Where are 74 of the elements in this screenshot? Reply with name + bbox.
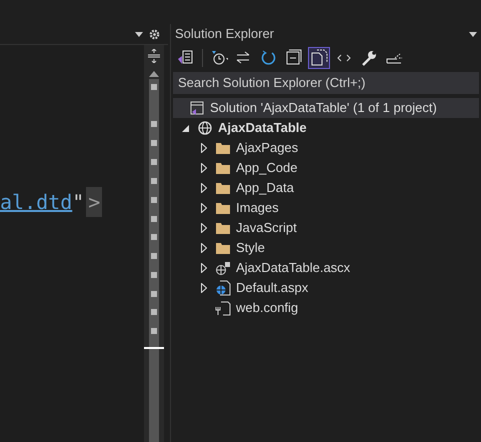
solution-icon — [189, 100, 205, 116]
folder-icon — [215, 200, 231, 216]
collapsed-arrow-icon[interactable] — [201, 243, 207, 253]
tree-item[interactable]: AjaxDataTable — [173, 118, 479, 138]
folder-icon — [215, 220, 231, 236]
folder-icon — [215, 160, 231, 176]
scrollbar-track[interactable] — [149, 79, 159, 442]
tree-item[interactable]: AjaxPages — [173, 138, 479, 158]
dropdown-icon[interactable] — [135, 32, 143, 36]
panel-title: Solution Explorer — [175, 25, 274, 44]
scroll-marker — [151, 272, 157, 278]
web-control-icon — [215, 260, 231, 276]
scroll-marker — [151, 328, 157, 334]
dropdown-icon[interactable] — [469, 32, 477, 36]
scroll-marker — [151, 234, 157, 240]
collapsed-arrow-icon[interactable] — [201, 143, 207, 153]
scroll-marker — [151, 140, 157, 146]
tree-item[interactable]: Images — [173, 198, 479, 218]
item-label: AjaxDataTable — [218, 119, 307, 138]
search-field[interactable]: Search Solution Explorer (Ctrl+;) — [173, 72, 479, 94]
item-label: AjaxPages — [236, 139, 298, 158]
item-label: Solution 'AjaxDataTable' (1 of 1 project) — [210, 99, 437, 118]
scroll-marker — [151, 309, 157, 315]
tree-item[interactable]: JavaScript — [173, 218, 479, 238]
item-label: AjaxDataTable.ascx — [236, 259, 350, 278]
config-file-icon — [215, 300, 231, 316]
folder-icon — [215, 180, 231, 196]
scroll-marker — [151, 253, 157, 259]
scroll-marker — [151, 291, 157, 297]
tree-item[interactable]: web.config — [173, 298, 479, 318]
refresh-icon — [260, 49, 278, 67]
item-label: Style — [236, 239, 265, 258]
scroll-marker — [151, 84, 157, 90]
web-form-icon — [215, 280, 231, 296]
solution-node[interactable]: Solution 'AjaxDataTable' (1 of 1 project) — [173, 98, 479, 118]
tree-item[interactable]: Style — [173, 238, 479, 258]
scroll-marker — [151, 197, 157, 203]
globe-icon — [197, 120, 213, 136]
folder-icon — [215, 140, 231, 156]
collapsed-arrow-icon[interactable] — [201, 203, 207, 213]
scroll-marker — [151, 121, 157, 127]
collapsed-arrow-icon[interactable] — [201, 223, 207, 233]
scroll-up-icon[interactable] — [149, 71, 159, 77]
code-text: al.dtd — [0, 189, 72, 216]
tree-item[interactable]: Default.aspx — [173, 278, 479, 298]
item-label: App_Data — [236, 179, 294, 198]
collapsed-arrow-icon[interactable] — [201, 283, 207, 293]
tree-item[interactable]: AjaxDataTable.ascx — [173, 258, 479, 278]
collapse-icon — [285, 49, 303, 67]
item-label: JavaScript — [236, 219, 297, 238]
item-label: web.config — [236, 299, 298, 318]
files-icon — [310, 49, 328, 67]
scroll-marker — [151, 216, 157, 222]
scroll-marker — [151, 159, 157, 165]
split-icon[interactable] — [148, 49, 160, 63]
item-label: App_Code — [236, 159, 298, 178]
item-label: Default.aspx — [236, 279, 308, 298]
folder-icon — [215, 240, 231, 256]
scroll-marker — [151, 178, 157, 184]
scrollbar[interactable] — [144, 45, 164, 442]
item-label: Images — [236, 199, 279, 218]
settings-icon[interactable] — [149, 28, 160, 40]
tree-item[interactable]: App_Data — [173, 178, 479, 198]
wrench-icon — [360, 49, 378, 67]
collapsed-arrow-icon[interactable] — [201, 263, 207, 273]
toolbar-button[interactable] — [308, 47, 330, 69]
tree-item[interactable]: App_Code — [173, 158, 479, 178]
caret-position-marker — [144, 347, 164, 349]
collapsed-arrow-icon[interactable] — [201, 183, 207, 193]
expanded-arrow-icon[interactable] — [182, 124, 189, 132]
matched-bracket: > — [86, 187, 102, 217]
collapsed-arrow-icon[interactable] — [201, 163, 207, 173]
code-text: " — [72, 189, 84, 216]
clock-icon — [210, 49, 228, 67]
